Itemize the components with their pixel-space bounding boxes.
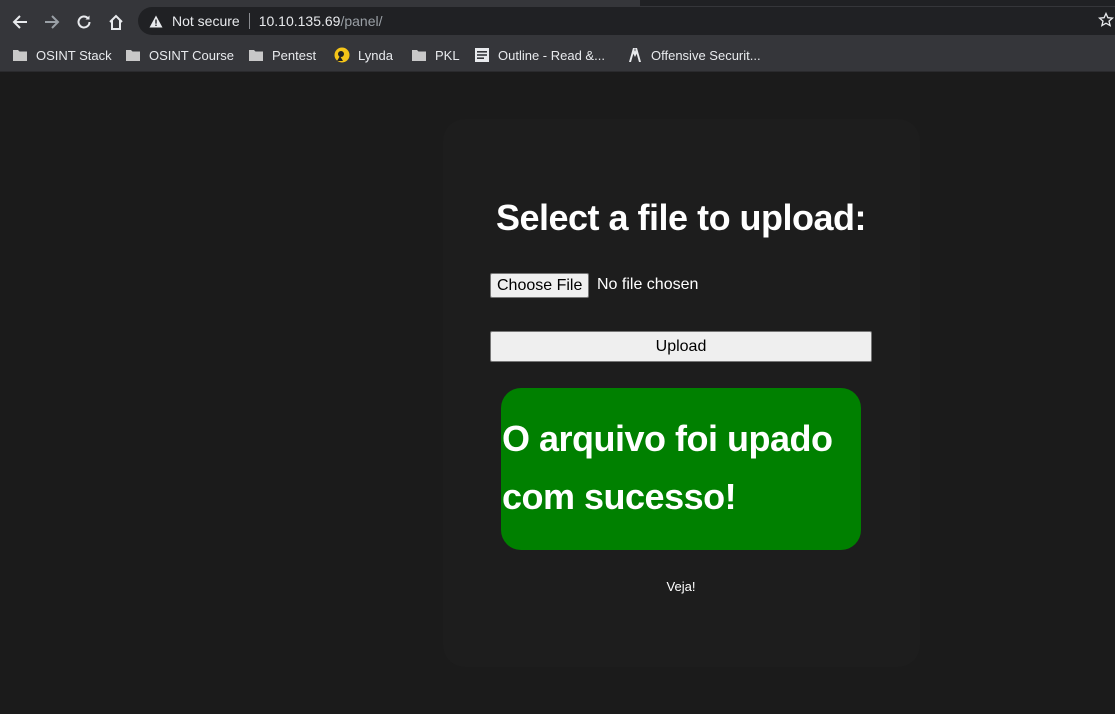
folder-icon bbox=[125, 47, 141, 63]
warning-icon[interactable] bbox=[149, 14, 163, 28]
success-message-line-2: com sucesso! bbox=[502, 476, 737, 517]
reload-icon bbox=[77, 15, 91, 29]
bookmark-label: Offensive Securit... bbox=[651, 47, 761, 63]
bookmark-pkl[interactable]: PKL bbox=[411, 45, 460, 65]
folder-icon bbox=[248, 47, 264, 63]
bookmark-offensive-security[interactable]: Offensive Securit... bbox=[627, 45, 761, 65]
page-viewport: Select a file to upload: Choose File No … bbox=[0, 73, 1115, 714]
bookmark-label: Pentest bbox=[272, 47, 317, 63]
offsec-icon bbox=[627, 47, 643, 63]
bookmark-star-icon[interactable] bbox=[1098, 12, 1114, 28]
forward-arrow-icon bbox=[45, 15, 60, 29]
bookmark-osint-course[interactable]: OSINT Course bbox=[125, 45, 234, 65]
bookmark-label: PKL bbox=[435, 47, 460, 63]
choose-file-button[interactable]: Choose File bbox=[490, 273, 590, 298]
home-button[interactable] bbox=[104, 10, 128, 34]
bookmark-label: OSINT Stack bbox=[36, 47, 112, 63]
forward-button[interactable] bbox=[40, 10, 64, 34]
lynda-icon bbox=[334, 47, 350, 63]
document-icon bbox=[474, 47, 490, 63]
home-icon bbox=[109, 14, 123, 30]
url-host[interactable]: 10.10.135.69 bbox=[259, 13, 341, 29]
file-status-text: No file chosen bbox=[597, 276, 699, 293]
bookmark-pentest[interactable]: Pentest bbox=[248, 45, 316, 65]
upload-button[interactable]: Upload bbox=[490, 331, 872, 362]
security-label[interactable]: Not secure bbox=[172, 13, 240, 29]
bookmarks-bar: OSINT Stack OSINT Course Pentest Lynda P… bbox=[0, 38, 1115, 72]
bookmark-outline[interactable]: Outline - Read &... bbox=[474, 45, 605, 65]
bookmark-label: Lynda bbox=[358, 47, 393, 63]
view-link[interactable]: Veja! bbox=[0, 579, 1115, 594]
back-button[interactable] bbox=[8, 10, 32, 34]
success-message-box: O arquivo foi upado com sucesso! bbox=[501, 388, 861, 550]
address-separator bbox=[248, 13, 250, 29]
address-bar[interactable]: Not secure 10.10.135.69 /panel/ bbox=[138, 7, 1115, 35]
page-title: Select a file to upload: bbox=[495, 197, 867, 238]
bookmark-label: OSINT Course bbox=[149, 47, 235, 63]
bookmark-osint-stack[interactable]: OSINT Stack bbox=[12, 45, 112, 65]
success-message-line-1: O arquivo foi upado bbox=[502, 418, 833, 459]
back-arrow-icon bbox=[12, 15, 27, 29]
bookmark-label: Outline - Read &... bbox=[498, 47, 605, 63]
bookmark-lynda[interactable]: Lynda bbox=[334, 45, 393, 65]
folder-icon bbox=[12, 47, 28, 63]
browser-toolbar: Not secure 10.10.135.69 /panel/ bbox=[0, 6, 1115, 38]
url-path[interactable]: /panel/ bbox=[340, 13, 382, 29]
folder-icon bbox=[411, 47, 427, 63]
reload-button[interactable] bbox=[72, 10, 96, 34]
